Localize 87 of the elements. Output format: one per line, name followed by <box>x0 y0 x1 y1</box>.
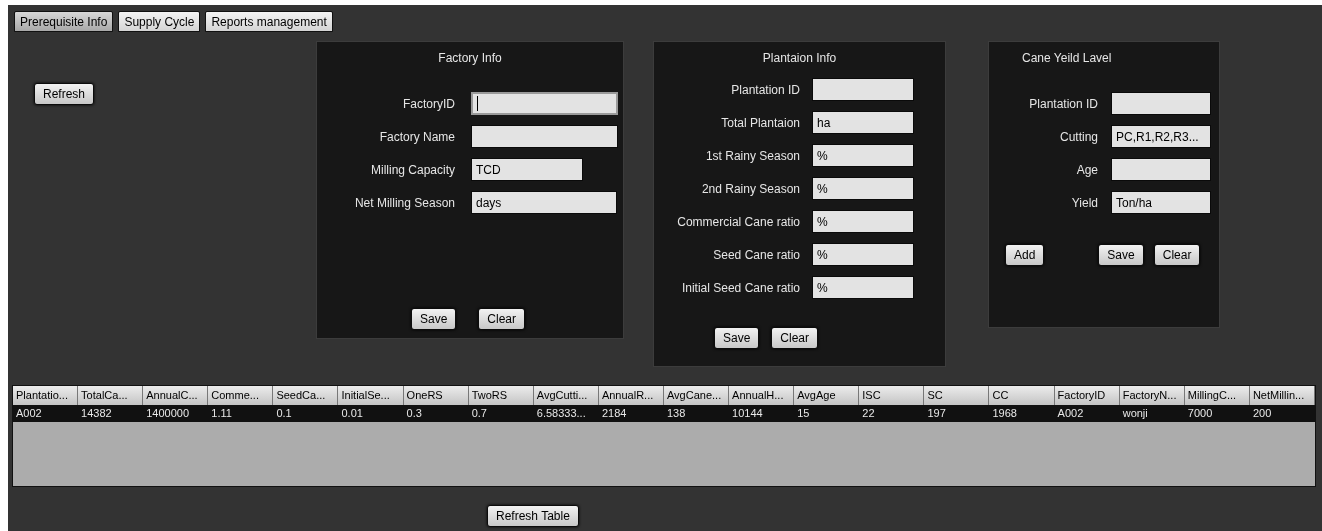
column-header[interactable]: OneRS <box>403 386 469 405</box>
table-cell-text: 0.1 <box>275 406 293 421</box>
column-header[interactable]: TwoRS <box>468 386 534 405</box>
field-label: Age <box>1075 161 1098 179</box>
input-field[interactable]: % <box>812 177 914 200</box>
column-header[interactable]: MillingC... <box>1184 386 1250 405</box>
field-label: Factory Name <box>378 128 455 146</box>
input-field[interactable]: % <box>812 144 914 167</box>
column-header[interactable]: FactoryN... <box>1119 386 1185 405</box>
input-field[interactable]: TCD <box>471 158 583 181</box>
table-cell-text: 0.7 <box>470 406 488 421</box>
column-header[interactable]: FactoryID <box>1054 386 1120 405</box>
column-header[interactable]: InitialSe... <box>338 386 404 405</box>
column-header[interactable]: Comme... <box>208 386 274 405</box>
text-cursor <box>477 96 478 111</box>
column-header[interactable]: Plantatio... <box>13 386 79 405</box>
field-label: Commercial Cane ratio <box>676 213 800 231</box>
table-cell-text: 2184 <box>600 406 628 421</box>
tab[interactable]: Reports management <box>205 11 333 32</box>
input-field[interactable] <box>812 78 914 101</box>
input-field[interactable]: % <box>812 276 914 299</box>
tab[interactable]: Prerequisite Info <box>14 11 114 32</box>
input-field[interactable] <box>471 125 618 148</box>
column-header[interactable]: AnnualC... <box>143 386 209 405</box>
action-button[interactable]: Save <box>411 308 457 330</box>
input-field[interactable] <box>1111 158 1211 181</box>
input-field[interactable] <box>1111 92 1211 115</box>
table-cell-text: 200 <box>1251 406 1273 421</box>
table-cell-text: 15 <box>796 406 811 421</box>
table-cell-text: 22 <box>861 406 876 421</box>
input-field[interactable]: % <box>812 210 914 233</box>
field-label: Initial Seed Cane ratio <box>680 279 800 297</box>
table-cell-text: 1.11 <box>210 406 233 421</box>
input-field[interactable]: Ton/ha <box>1111 191 1211 214</box>
column-header[interactable]: AnnualH... <box>729 386 795 405</box>
field-label: 1st Rainy Season <box>704 147 800 165</box>
panel-title: Factory Info <box>438 50 502 67</box>
field-label: Total Plantaion <box>720 114 800 132</box>
table-cell-text: 1400000 <box>145 406 190 421</box>
field-label: FactoryID <box>402 95 455 113</box>
action-button[interactable]: Clear <box>1153 244 1201 266</box>
column-header[interactable]: AvgCane... <box>664 386 730 405</box>
column-header[interactable]: TotalCa... <box>78 386 144 405</box>
field-label: Yield <box>1070 194 1098 212</box>
panel-title: Cane Yeild Lavel <box>1022 50 1113 67</box>
action-button[interactable]: Clear <box>771 327 819 349</box>
field-label: Milling Capacity <box>369 161 455 179</box>
table-cell-text: 0.01 <box>340 406 364 421</box>
table-cell-text: A002 <box>15 406 43 421</box>
table-cell-text: 6.58333... <box>535 406 587 421</box>
column-header[interactable]: AnnualR... <box>598 386 664 405</box>
column-header[interactable]: AvgAge <box>794 386 860 405</box>
table-row[interactable]: A002 14382 1400000 1.11 0.1 0.01 0.3 0.7 6.58333... 2184 138 10144 15 22 197 1968 A002 wonji 7000 200 <box>13 405 1315 422</box>
table-cell-text: 138 <box>666 406 687 421</box>
column-header[interactable]: ISC <box>859 386 925 405</box>
table-cell-text: 10144 <box>731 406 764 421</box>
input-field[interactable]: ha <box>812 111 914 134</box>
column-header[interactable]: AvgCutti... <box>533 386 599 405</box>
column-header[interactable]: CC <box>989 386 1055 405</box>
action-button[interactable]: Save <box>1098 244 1144 266</box>
column-header[interactable]: NetMillin... <box>1249 386 1315 405</box>
tab[interactable]: Supply Cycle <box>118 11 201 32</box>
input-field[interactable]: % <box>812 243 914 266</box>
action-button[interactable]: Refresh <box>34 83 95 105</box>
table-cell-text: 14382 <box>80 406 113 421</box>
input-field[interactable]: days <box>471 191 617 214</box>
table-cell-text: 7000 <box>1186 406 1214 421</box>
table-cell-text: wonji <box>1121 406 1149 421</box>
field-label: Plantation ID <box>1028 95 1098 113</box>
field-label: Net Milling Season <box>353 194 455 212</box>
field-label: Seed Cane ratio <box>712 246 800 264</box>
table-cell-text: 1968 <box>991 406 1018 421</box>
action-button[interactable]: Save <box>714 327 760 349</box>
table-cell-text: 197 <box>926 406 947 421</box>
action-button[interactable]: Clear <box>478 308 526 330</box>
input-field[interactable] <box>471 92 618 115</box>
field-label: Cutting <box>1058 128 1098 146</box>
input-field[interactable]: PC,R1,R2,R3... <box>1111 125 1211 148</box>
action-button[interactable]: Refresh Table <box>487 505 579 527</box>
panel-title: Plantaion Info <box>762 50 837 67</box>
column-header[interactable]: SC <box>924 386 990 405</box>
table-cell-text: 0.3 <box>405 406 423 421</box>
action-button[interactable]: Add <box>1005 244 1045 266</box>
field-label: Plantation ID <box>730 81 800 99</box>
table-cell-text: A002 <box>1056 406 1085 421</box>
column-header[interactable]: SeedCa... <box>273 386 339 405</box>
field-label: 2nd Rainy Season <box>700 180 800 198</box>
